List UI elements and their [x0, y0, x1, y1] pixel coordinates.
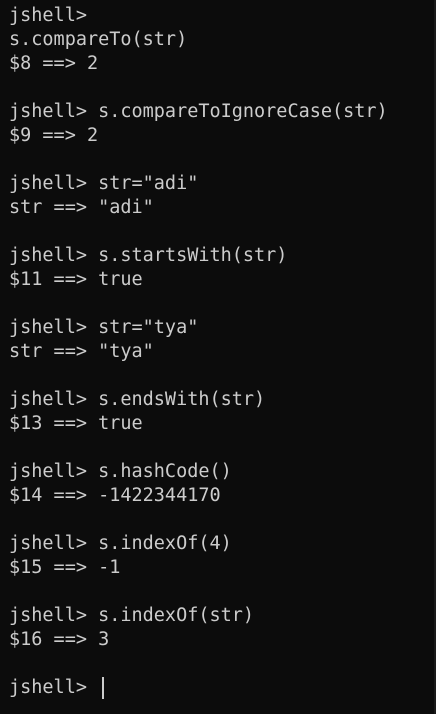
term-line: [9, 148, 436, 172]
term-line: jshell> s.indexOf(4): [9, 533, 232, 554]
term-line: s.compareTo(str): [9, 29, 188, 50]
term-line: $13 ==> true: [9, 413, 143, 434]
term-line: jshell> s.hashCode(): [9, 461, 232, 482]
term-line: $14 ==> -1422344170: [9, 485, 221, 506]
text-cursor: [102, 677, 105, 699]
term-line: [9, 76, 436, 100]
term-line: [9, 292, 436, 316]
term-line: [9, 364, 436, 388]
term-line: jshell> s.compareToIgnoreCase(str): [9, 101, 388, 122]
term-line: str ==> "adi": [9, 197, 154, 218]
term-line: [9, 436, 436, 460]
term-line: $15 ==> -1: [9, 557, 121, 578]
term-line: [9, 652, 436, 676]
term-line: $11 ==> true: [9, 269, 143, 290]
term-line: jshell> s.startsWith(str): [9, 245, 288, 266]
active-prompt-line[interactable]: jshell>: [9, 676, 436, 700]
term-line: [9, 508, 436, 532]
term-line: jshell>: [9, 5, 87, 26]
term-line: [9, 220, 436, 244]
term-line: $16 ==> 3: [9, 629, 110, 650]
term-line: jshell> str="adi": [9, 173, 199, 194]
term-line: $9 ==> 2: [9, 125, 99, 146]
term-line: jshell> s.endsWith(str): [9, 389, 266, 410]
prompt-label: jshell>: [9, 677, 99, 698]
terminal-output[interactable]: jshell> s.compareTo(str) $8 ==> 2 jshell…: [0, 0, 436, 714]
term-line: jshell> s.indexOf(str): [9, 605, 255, 626]
term-line: jshell> str="tya": [9, 317, 199, 338]
term-line: str ==> "tya": [9, 341, 154, 362]
term-line: [9, 580, 436, 604]
term-line: $8 ==> 2: [9, 53, 99, 74]
